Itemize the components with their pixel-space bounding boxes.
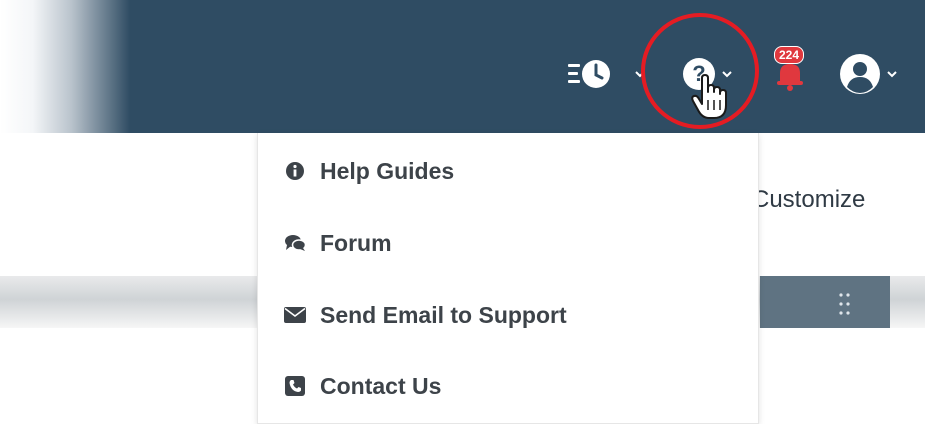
history-clock-icon bbox=[568, 60, 610, 88]
menu-item-forum[interactable]: Forum bbox=[258, 213, 758, 273]
svg-text:?: ? bbox=[692, 61, 705, 86]
drag-handle-icon[interactable] bbox=[838, 292, 852, 316]
widget-header bbox=[760, 276, 890, 328]
help-menu-button[interactable]: ? bbox=[681, 52, 734, 96]
phone-square-icon bbox=[284, 376, 306, 396]
info-circle-icon bbox=[284, 161, 306, 181]
chevron-down-icon bbox=[722, 71, 732, 78]
user-circle-icon bbox=[840, 54, 880, 94]
menu-item-contact-us[interactable]: Contact Us bbox=[258, 356, 758, 416]
comments-icon bbox=[284, 234, 306, 252]
user-menu-button[interactable] bbox=[838, 52, 899, 96]
menu-item-help-guides[interactable]: Help Guides bbox=[258, 141, 758, 201]
chevron-down-icon bbox=[887, 71, 897, 78]
menu-item-label: Send Email to Support bbox=[320, 301, 567, 328]
menu-item-label: Forum bbox=[320, 229, 392, 256]
menu-item-label: Contact Us bbox=[320, 372, 442, 399]
menu-item-label: Help Guides bbox=[320, 157, 455, 184]
history-menu-button[interactable] bbox=[566, 52, 647, 96]
customize-link[interactable]: Customize bbox=[752, 186, 865, 214]
question-circle-icon: ? bbox=[683, 58, 715, 90]
help-dropdown-menu: Help Guides Forum Send Email to Support bbox=[257, 133, 759, 424]
topbar-left-fade bbox=[0, 0, 130, 133]
menu-item-send-email[interactable]: Send Email to Support bbox=[258, 285, 758, 345]
envelope-icon bbox=[284, 307, 306, 323]
notification-count-badge: 224 bbox=[774, 46, 805, 64]
chevron-down-icon bbox=[635, 71, 645, 78]
